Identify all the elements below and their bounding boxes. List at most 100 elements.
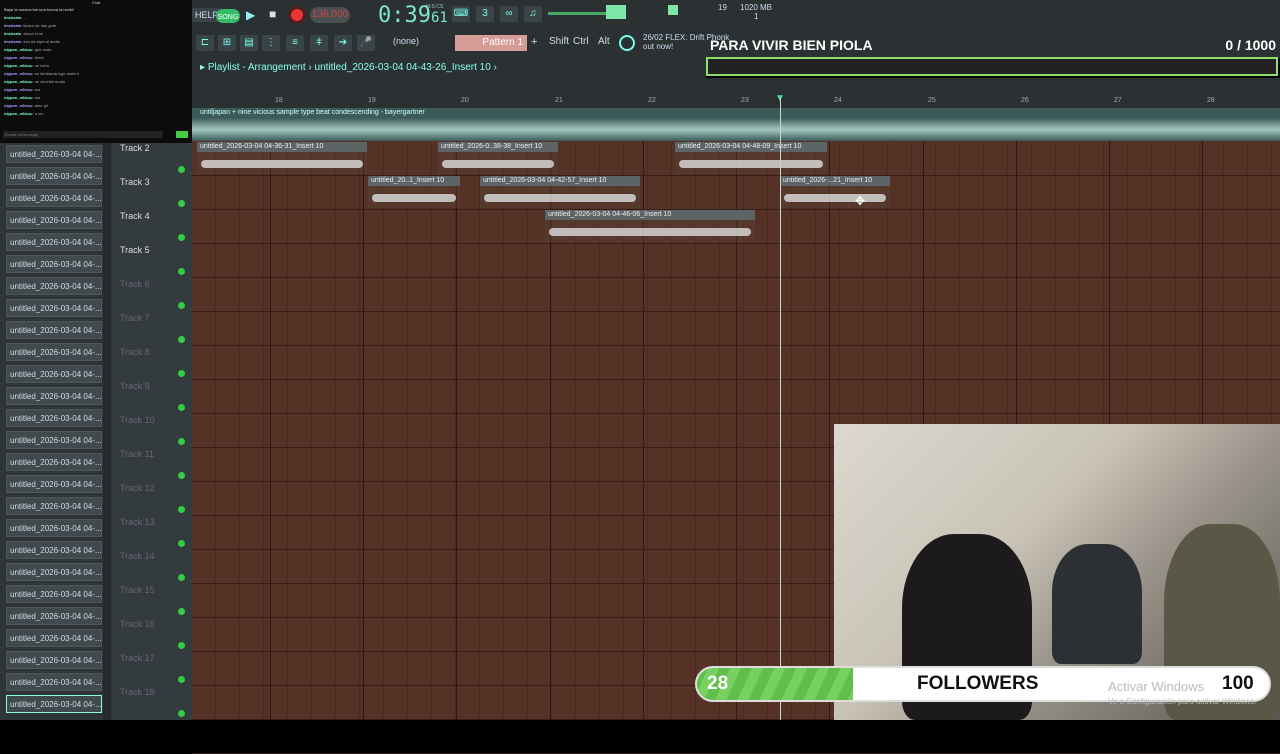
track-header[interactable]: Track 3 [120,177,150,187]
pattern-slot[interactable]: untitled_2026-03-04 04-... [6,453,102,471]
track-header[interactable]: Track 18 [120,687,155,697]
pattern-slot[interactable]: untitled_2026-03-04 04-... [6,431,102,449]
master-pitch-icon[interactable] [606,5,626,19]
track-header[interactable]: Track 13 [120,517,155,527]
audio-clip[interactable]: untitled_2026-03-04 04-36-31_Insert 10 [197,142,367,174]
track-enable-led[interactable] [178,642,185,649]
pattern-slot[interactable]: untitled_2026-03-04 04-... [6,695,102,713]
track-header[interactable]: Track 6 [120,279,150,289]
pattern-slot[interactable]: untitled_2026-03-04 04-... [6,563,102,581]
track-enable-led[interactable] [178,268,185,275]
ctrl-key[interactable]: Ctrl [573,36,589,47]
snap-icon[interactable]: ⊏ [196,35,214,51]
audio-clip[interactable]: untitled_2026-...21_Insert 10 [780,176,890,208]
browser-icon[interactable]: ǂ [310,35,328,51]
step-edit-icon[interactable]: 3 [476,6,494,22]
master-volume-slider[interactable] [548,12,608,15]
tempo-display[interactable]: 136.000 [310,7,350,23]
track-header[interactable]: Track 17 [120,653,155,663]
track-header[interactable]: Track 16 [120,619,155,629]
audio-clip[interactable]: untitled_2026-03-04 04-42-57_Insert 10 [480,176,640,208]
picker-scrollbar[interactable] [103,143,111,720]
pattern-slot[interactable]: untitled_2026-03-04 04-... [6,541,102,559]
online-news-icon[interactable] [619,35,635,51]
chat-message: nippon_nikkou: ame gil [4,103,48,108]
track-header[interactable]: Track 14 [120,551,155,561]
track-header[interactable]: Track 12 [120,483,155,493]
pattern-slot[interactable]: untitled_2026-03-04 04-... [6,409,102,427]
track-header[interactable]: Track 15 [120,585,155,595]
clip-title: untitled_2026-0..38-38_Insert 10 [441,143,543,150]
song-mode-toggle[interactable]: SONG [216,9,240,23]
pattern-slot[interactable]: untitled_2026-03-04 04-... [6,145,102,163]
pattern-slot[interactable]: untitled_2026-03-04 04-... [6,321,102,339]
channel-rack-icon[interactable]: ⋮ [262,35,280,51]
pattern-slot[interactable]: untitled_2026-03-04 04-... [6,475,102,493]
audio-clip[interactable]: untitled_2026-03-04 04-48-09_Insert 10 [675,142,827,174]
track-header[interactable]: Track 8 [120,347,150,357]
track-enable-led[interactable] [178,234,185,241]
track-header[interactable]: Track 10 [120,415,155,425]
pattern-slot[interactable]: untitled_2026-03-04 04-... [6,519,102,537]
piano-roll-icon[interactable]: ▤ [240,35,258,51]
pattern-slot[interactable]: untitled_2026-03-04 04-... [6,189,102,207]
shift-key[interactable]: Shift [549,36,569,47]
audio-clip[interactable]: untitled_20..1_Insert 10 [368,176,460,208]
pattern-slot[interactable]: untitled_2026-03-04 04-... [6,299,102,317]
track-enable-led[interactable] [178,676,185,683]
track-header[interactable]: Track 7 [120,313,150,323]
track-header[interactable]: Track 9 [120,381,150,391]
metronome-icon[interactable]: ♫ [524,6,542,22]
wait-input-icon[interactable]: ∞ [500,6,518,22]
track-enable-led[interactable] [178,302,185,309]
pattern-slot[interactable]: untitled_2026-03-04 04-... [6,343,102,361]
pattern-slot[interactable]: untitled_2026-03-04 04-... [6,497,102,515]
track-enable-led[interactable] [178,166,185,173]
playhead-line [780,98,781,720]
pattern-slot[interactable]: untitled_2026-03-04 04-... [6,255,102,273]
track-enable-led[interactable] [178,200,185,207]
audio-clip[interactable]: untitled_2026-0..38-38_Insert 10 [438,142,558,174]
track-enable-led[interactable] [178,710,185,717]
bar-number: 24 [834,97,842,104]
track-enable-led[interactable] [178,608,185,615]
chat-send-button[interactable] [176,131,188,138]
pattern-none-selector[interactable]: (none) [393,36,419,46]
pattern-selector[interactable]: Pattern 1 [455,35,527,51]
pattern-slot[interactable]: untitled_2026-03-04 04-... [6,365,102,383]
track-enable-led[interactable] [178,574,185,581]
mixer-icon[interactable]: ≡ [286,35,304,51]
track-enable-led[interactable] [178,472,185,479]
alt-key[interactable]: Alt [598,36,610,47]
microphone-icon[interactable]: 🎤 [357,35,375,51]
pattern-slot[interactable]: untitled_2026-03-04 04-... [6,277,102,295]
track-enable-led[interactable] [178,370,185,377]
pattern-slot[interactable]: untitled_2026-03-04 04-... [6,673,102,691]
plugin-picker-icon[interactable]: ➔ [334,35,352,51]
track-enable-led[interactable] [178,438,185,445]
pattern-slot[interactable]: untitled_2026-03-04 04-... [6,167,102,185]
track-enable-led[interactable] [178,506,185,513]
track-header[interactable]: Track 4 [120,211,150,221]
track-header[interactable]: Track 2 [120,143,150,153]
track-header[interactable]: Track 5 [120,245,150,255]
pattern-slot[interactable]: untitled_2026-03-04 04-... [6,607,102,625]
track-enable-led[interactable] [178,336,185,343]
track-header[interactable]: Track 11 [120,449,154,459]
pattern-slot[interactable]: untitled_2026-03-04 04-... [6,629,102,647]
play-icon[interactable]: ▶ [246,8,255,22]
pattern-slot[interactable]: untitled_2026-03-04 04-... [6,387,102,405]
pattern-slot[interactable]: untitled_2026-03-04 04-... [6,585,102,603]
record-button[interactable] [288,6,306,24]
playlist-icon[interactable]: ⊞ [218,35,236,51]
pattern-slot[interactable]: untitled_2026-03-04 04-... [6,233,102,251]
typing-keyboard-icon[interactable]: ⌨ [452,6,470,22]
chat-input[interactable]: Enviar un mensaje [3,131,163,138]
stop-icon[interactable]: ■ [269,7,276,21]
track-enable-led[interactable] [178,404,185,411]
track-enable-led[interactable] [178,540,185,547]
add-pattern-icon[interactable]: + [531,36,537,48]
audio-clip[interactable]: untitled_2026-03-04 04-46-06_Insert 10 [545,210,755,242]
pattern-slot[interactable]: untitled_2026-03-04 04-... [6,651,102,669]
pattern-slot[interactable]: untitled_2026-03-04 04-... [6,211,102,229]
